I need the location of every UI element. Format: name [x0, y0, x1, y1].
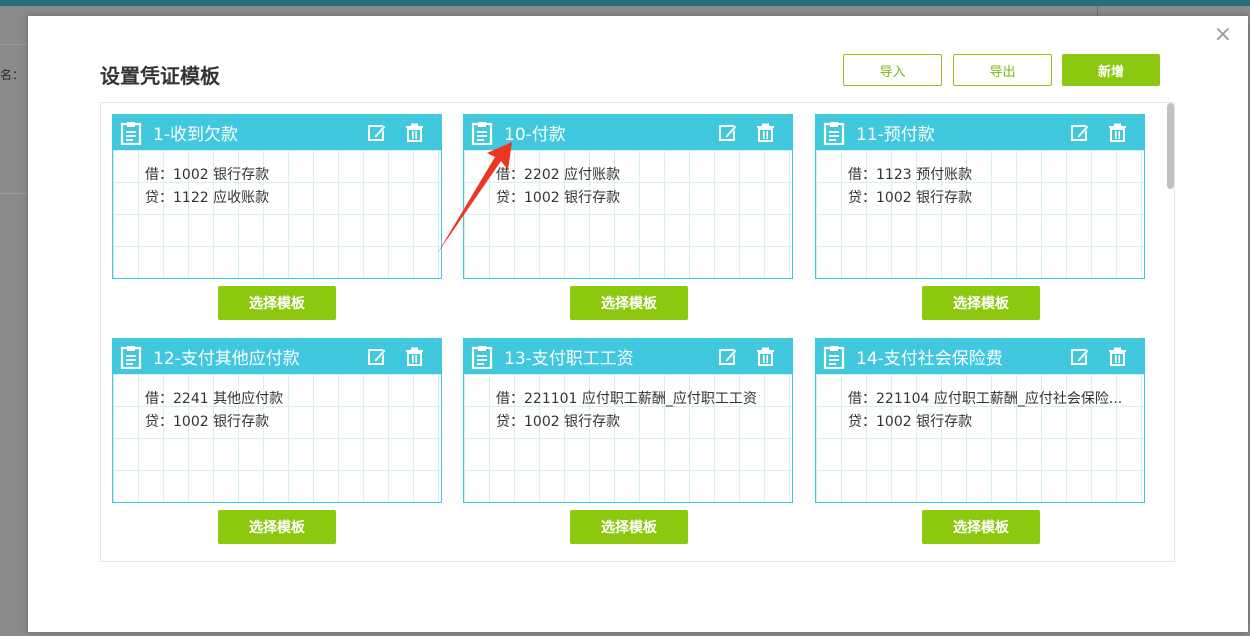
- edit-icon[interactable]: [368, 347, 387, 366]
- edit-icon[interactable]: [368, 123, 387, 142]
- debit-line: 借：221104 应付职工薪酬_应付社会保险...: [848, 391, 1123, 407]
- card-title: 12-支付其他应付款: [153, 349, 300, 369]
- debit-line: 借：2241 其他应付款: [145, 391, 284, 407]
- select-template-button[interactable]: 选择模板: [922, 510, 1040, 544]
- card-title: 13-支付职工工资: [504, 349, 634, 369]
- add-button[interactable]: 新增: [1062, 54, 1160, 86]
- card-body: 借：221104 应付职工薪酬_应付社会保险... 贷：1002 银行存款: [816, 374, 1144, 502]
- edit-icon[interactable]: [719, 123, 738, 142]
- credit-line: 贷：1002 银行存款: [496, 190, 621, 206]
- edit-icon[interactable]: [719, 347, 738, 366]
- modal-title: 设置凭证模板: [100, 64, 220, 88]
- trash-icon[interactable]: [405, 123, 424, 142]
- card-title: 1-收到欠款: [153, 125, 238, 145]
- card-body: 借：221101 应付职工薪酬_应付职工工资 贷：1002 银行存款: [464, 374, 792, 502]
- card-title: 14-支付社会保险费: [856, 349, 1003, 369]
- trash-icon[interactable]: [756, 347, 775, 366]
- template-card: 11-预付款 借：1123 预付账款 贷：1002 银行存款: [815, 114, 1145, 279]
- debit-line: 借：2202 应付账款: [496, 167, 621, 183]
- card-body: 借：2241 其他应付款 贷：1002 银行存款: [113, 374, 441, 502]
- card-header: 1-收到欠款: [113, 115, 441, 150]
- select-template-button[interactable]: 选择模板: [922, 286, 1040, 320]
- scroll-thumb[interactable]: [1167, 103, 1174, 189]
- template-card: 14-支付社会保险费 借：221104 应付职工薪酬_应付社会保险... 贷：1…: [815, 338, 1145, 503]
- card-header: 12-支付其他应付款: [113, 339, 441, 374]
- debit-line: 借：1123 预付账款: [848, 167, 973, 183]
- clipboard-icon: [471, 121, 493, 145]
- credit-line: 贷：1002 银行存款: [848, 414, 973, 430]
- card-header: 14-支付社会保险费: [816, 339, 1144, 374]
- close-icon[interactable]: ×: [1214, 22, 1232, 48]
- card-body: 借：1123 预付账款 贷：1002 银行存款: [816, 150, 1144, 278]
- card-header: 10-付款: [464, 115, 792, 150]
- select-template-button[interactable]: 选择模板: [218, 510, 336, 544]
- template-card: 13-支付职工工资 借：221101 应付职工薪酬_应付职工工资 贷：1002 …: [463, 338, 793, 503]
- card-header: 11-预付款: [816, 115, 1144, 150]
- card-header: 13-支付职工工资: [464, 339, 792, 374]
- edit-icon[interactable]: [1071, 123, 1090, 142]
- export-button[interactable]: 导出: [953, 54, 1052, 86]
- trash-icon[interactable]: [1108, 123, 1127, 142]
- clipboard-icon: [120, 345, 142, 369]
- clipboard-icon: [471, 345, 493, 369]
- credit-line: 贷：1002 银行存款: [145, 414, 270, 430]
- voucher-template-modal: × 设置凭证模板 导入 导出 新增 1-收到欠款 借：1002 银行存款 贷：1…: [28, 16, 1248, 632]
- import-button[interactable]: 导入: [843, 54, 942, 86]
- template-card: 12-支付其他应付款 借：2241 其他应付款 贷：1002 银行存款: [112, 338, 442, 503]
- debit-line: 借：221101 应付职工薪酬_应付职工工资: [496, 391, 757, 407]
- clipboard-icon: [823, 121, 845, 145]
- template-card: 1-收到欠款 借：1002 银行存款 贷：1122 应收账款: [112, 114, 442, 279]
- credit-line: 贷：1002 银行存款: [848, 190, 973, 206]
- card-body: 借：2202 应付账款 贷：1002 银行存款: [464, 150, 792, 278]
- scrollbar[interactable]: [1165, 103, 1175, 559]
- clipboard-icon: [120, 121, 142, 145]
- card-title: 11-预付款: [856, 125, 935, 145]
- select-template-button[interactable]: 选择模板: [218, 286, 336, 320]
- clipboard-icon: [823, 345, 845, 369]
- background-label: 名：: [0, 68, 25, 82]
- select-template-button[interactable]: 选择模板: [570, 510, 688, 544]
- trash-icon[interactable]: [1108, 347, 1127, 366]
- debit-line: 借：1002 银行存款: [145, 167, 270, 183]
- select-template-button[interactable]: 选择模板: [570, 286, 688, 320]
- card-body: 借：1002 银行存款 贷：1122 应收账款: [113, 150, 441, 278]
- card-title: 10-付款: [504, 125, 566, 145]
- trash-icon[interactable]: [756, 123, 775, 142]
- edit-icon[interactable]: [1071, 347, 1090, 366]
- trash-icon[interactable]: [405, 347, 424, 366]
- credit-line: 贷：1002 银行存款: [496, 414, 621, 430]
- credit-line: 贷：1122 应收账款: [145, 190, 270, 206]
- template-card: 10-付款 借：2202 应付账款 贷：1002 银行存款: [463, 114, 793, 279]
